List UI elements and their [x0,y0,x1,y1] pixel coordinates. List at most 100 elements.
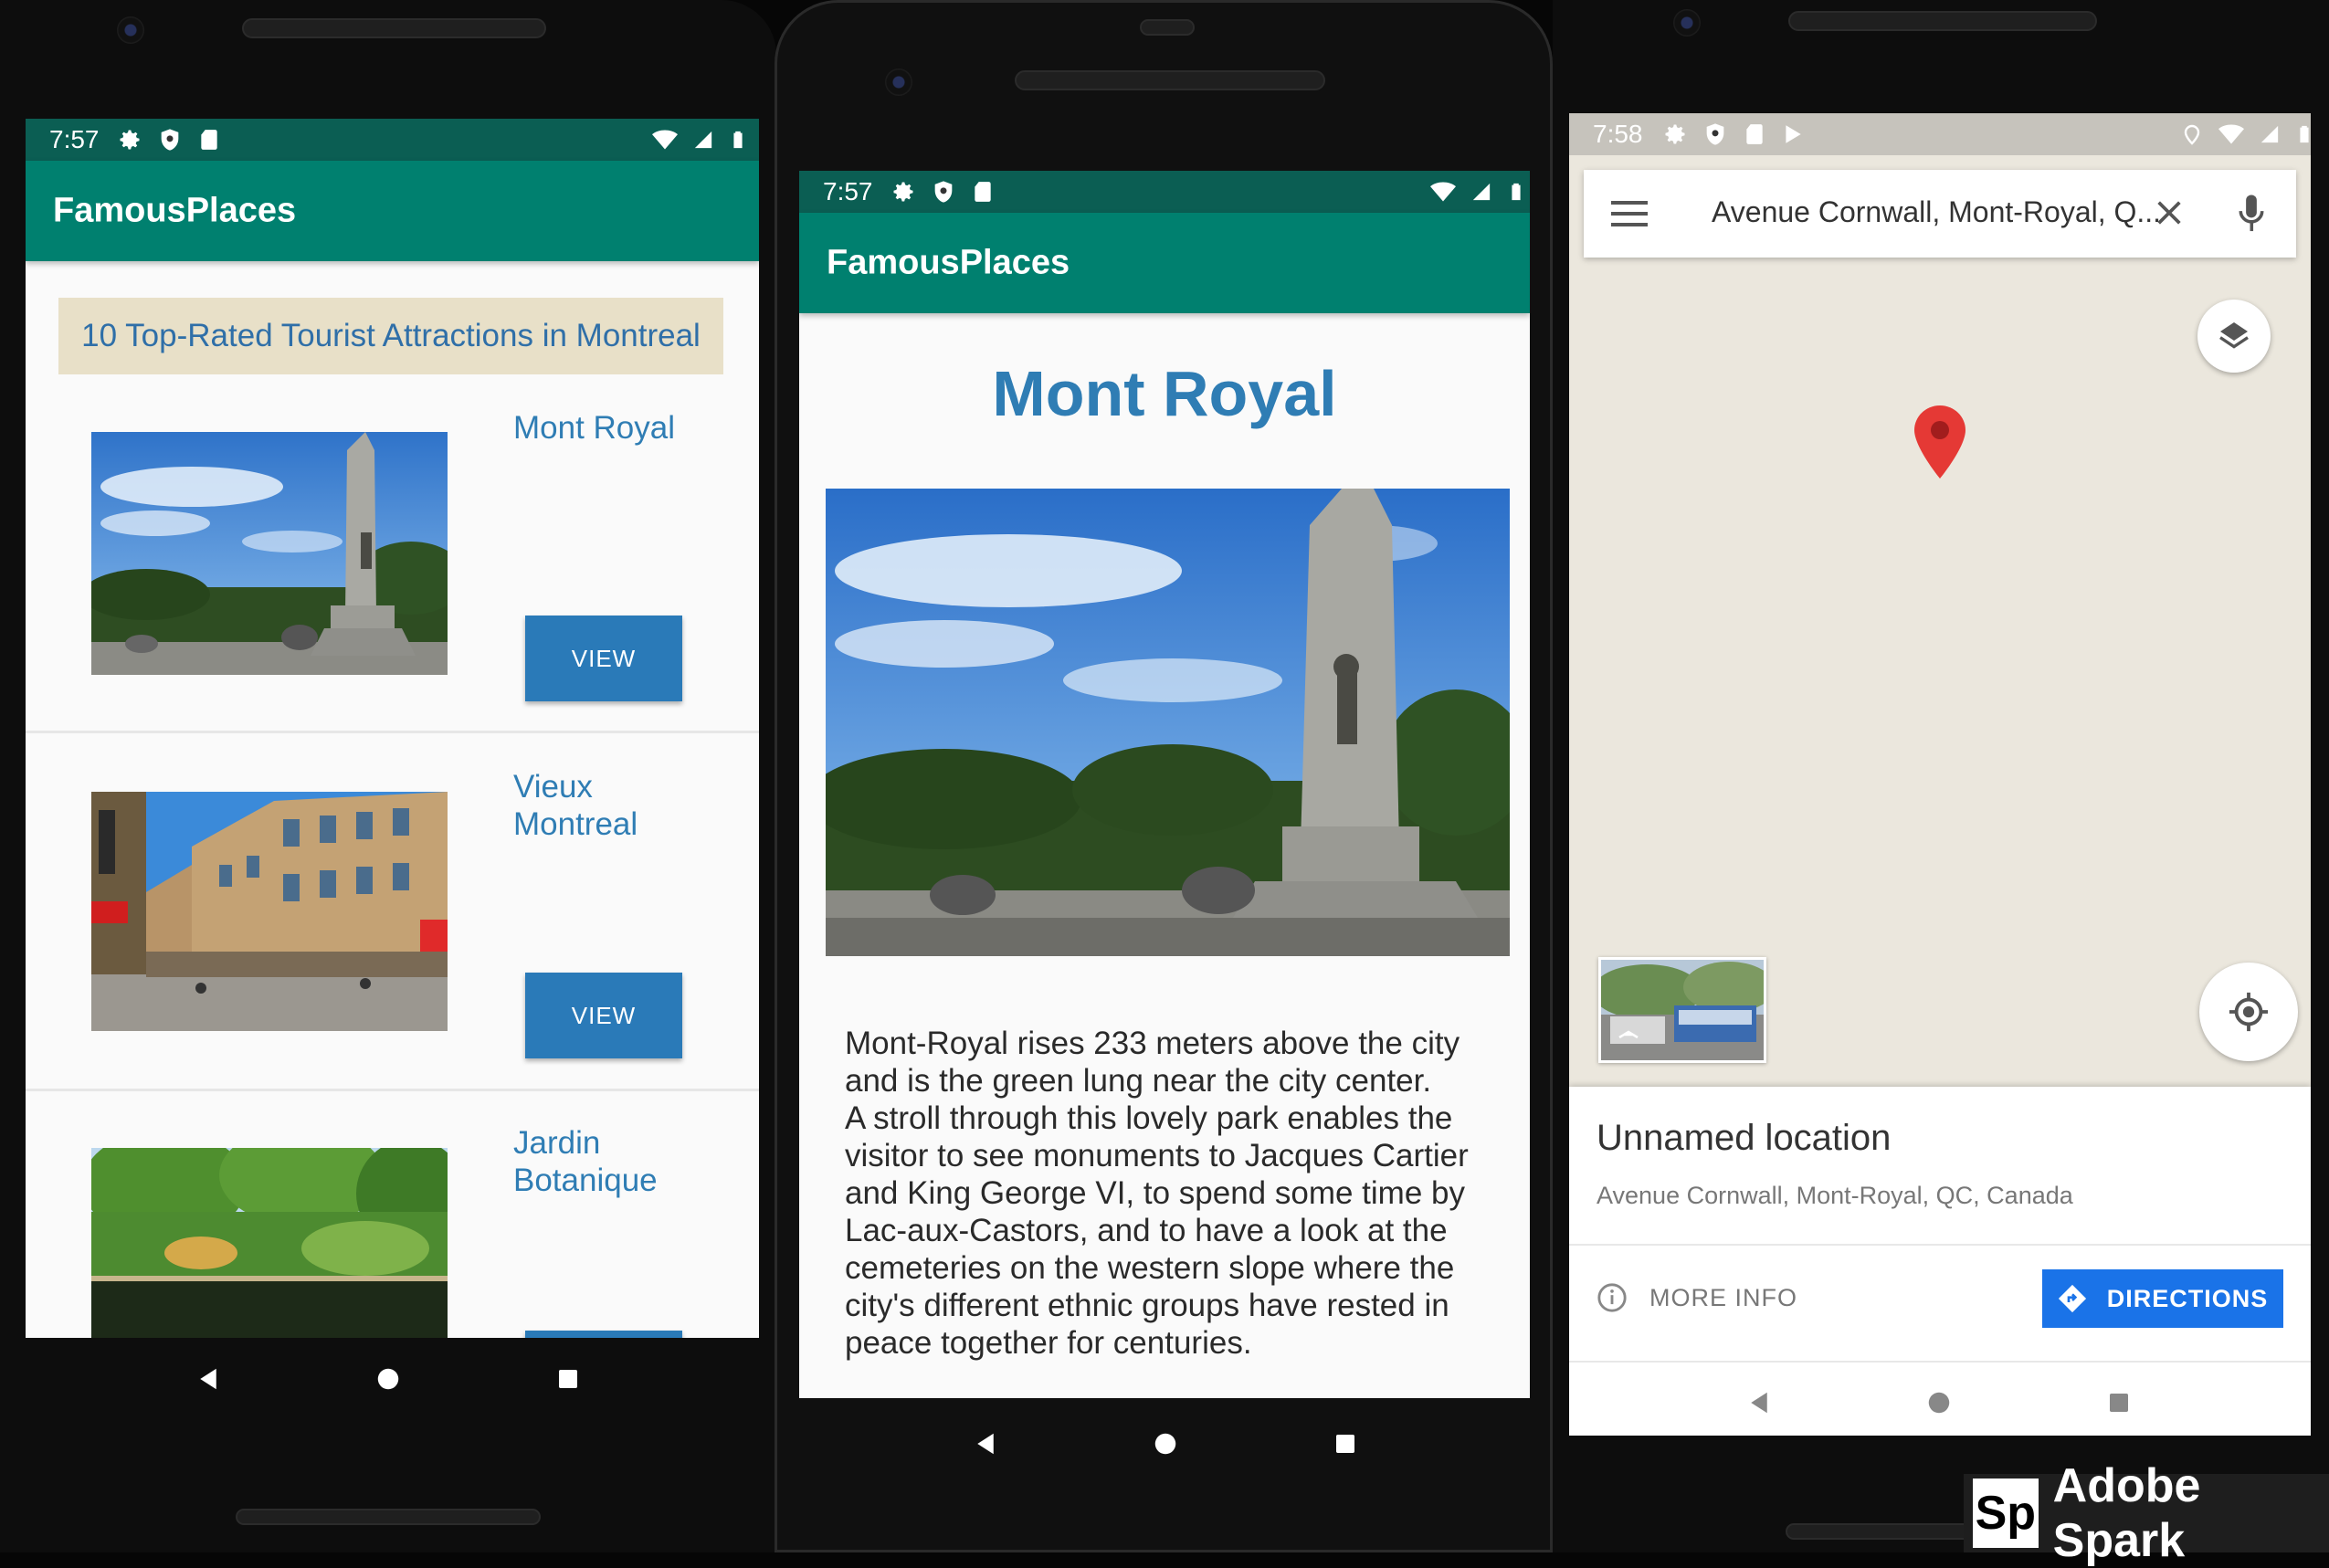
home-icon[interactable] [1925,1389,1953,1416]
gear-icon [1662,121,1688,147]
directions-label: DIRECTIONS [2106,1284,2269,1312]
search-input[interactable]: Avenue Cornwall, Mont-Royal, Q... [1712,195,2161,229]
place-image-jardin-botanique[interactable] [91,1148,448,1338]
signal-icon [1471,182,1491,202]
front-camera-icon [117,16,144,44]
gear-icon [117,127,142,153]
menu-icon[interactable] [1611,199,1648,228]
back-icon[interactable] [1745,1389,1773,1416]
view-button-vieux-montreal[interactable]: VIEW [525,973,682,1058]
more-info-button[interactable]: MORE INFO [1649,1284,1797,1312]
location-status-icon [2184,124,2200,145]
place-info-sheet[interactable]: Unnamed location Avenue Cornwall, Mont-R… [1569,1087,2311,1436]
location-pin-icon[interactable] [1914,405,1965,479]
nav-bar [119,1352,658,1406]
status-bar: 7:57 [26,119,759,161]
card-divider [26,731,759,733]
signal-icon [693,130,713,150]
battery-icon [2294,121,2311,147]
map-search-bar[interactable]: Avenue Cornwall, Mont-Royal, Q... [1584,170,2296,258]
app-bar: FamousPlaces [26,161,759,261]
proximity-sensor [1140,19,1195,36]
map-screen: 7:58 Avenue Cornwall, Mont-Royal, Q... U… [1569,113,2311,1436]
description-line: peace together for centuries. [845,1325,1252,1361]
recents-icon[interactable] [2105,1389,2133,1416]
wifi-icon [1429,179,1457,205]
description-line: cemeteries on the western slope where th… [845,1250,1455,1286]
front-camera-icon [1673,9,1701,37]
app-title: FamousPlaces [827,243,1070,282]
app-title: FamousPlaces [53,191,297,230]
status-time: 7:57 [823,177,873,205]
battery-icon [1506,179,1526,205]
phone-map: 7:58 Avenue Cornwall, Mont-Royal, Q... U… [1553,0,2329,1567]
layers-button[interactable] [2197,300,2271,373]
mont-royal-thumbnail [91,432,448,675]
front-camera-icon [885,68,912,96]
gear-icon [890,179,916,205]
sheet-divider [1569,1244,2311,1246]
signal-icon [2260,124,2280,144]
description-line: and is the green lung near the city cent… [845,1063,1432,1099]
place-title: Mont Royal [992,358,1337,429]
description-line: city's different ethnic groups have rest… [845,1288,1449,1323]
sd-card-icon [197,127,221,153]
description-line: visitor to see monuments to Jacques Cart… [845,1138,1469,1173]
vieux-montreal-thumbnail [91,792,448,1031]
sd-card-icon [1743,121,1766,147]
list-banner: 10 Top-Rated Tourist Attractions in Mont… [58,298,723,374]
nav-bar [896,1416,1435,1471]
wifi-icon [651,127,679,153]
place-title-vieux-montreal-text: Vieux Montreal [513,769,638,842]
recents-icon[interactable] [554,1365,582,1393]
adobe-spark-watermark: Sp Adobe Spark [1964,1459,2329,1567]
description-line: A stroll through this lovely park enable… [845,1100,1453,1136]
play-store-icon [1786,125,1801,143]
home-icon[interactable] [374,1365,402,1393]
directions-icon [2058,1284,2086,1313]
place-title-mont-royal[interactable]: Mont Royal [513,409,675,447]
recents-icon[interactable] [1332,1430,1359,1458]
directions-button[interactable]: DIRECTIONS [2042,1269,2283,1328]
my-location-button[interactable] [2199,963,2298,1061]
place-title-vieux-montreal[interactable]: Vieux Montreal [513,768,659,843]
status-time: 7:58 [1593,120,1643,148]
app-bar: FamousPlaces [799,213,1530,313]
mic-icon[interactable] [2238,194,2265,234]
status-bar: 7:57 [799,171,1530,213]
place-info-title: Unnamed location [1597,1118,1892,1158]
nav-divider [1569,1361,2311,1363]
shield-icon [157,127,183,153]
description-line: Mont-Royal rises 233 meters above the ci… [845,1026,1460,1061]
mont-royal-photo [826,489,1510,956]
detail-screen: 7:57 FamousPlaces Mont Royal Mont-Royal … [799,171,1530,1398]
card-divider [26,1089,759,1091]
close-icon[interactable] [2154,197,2185,228]
earpiece-speaker [1015,70,1325,90]
jardin-botanique-thumbnail [91,1148,448,1338]
battery-icon [728,127,748,153]
place-title-jardin-botanique-text: Jardin Botanique [513,1125,658,1198]
layers-icon [2219,322,2249,349]
back-icon[interactable] [195,1365,222,1393]
place-title-jardin-botanique[interactable]: Jardin Botanique [513,1124,669,1199]
place-image-vieux-montreal[interactable] [91,792,448,1031]
place-image-mont-royal[interactable] [91,432,448,675]
view-button-mont-royal[interactable]: VIEW [525,616,682,701]
info-icon [1597,1283,1627,1312]
view-button-jardin-botanique[interactable] [525,1331,682,1338]
street-view-thumbnail[interactable] [1598,957,1766,1063]
phone-detail: 7:57 FamousPlaces Mont Royal Mont-Royal … [775,0,1553,1552]
nav-bar [1670,1370,2208,1436]
earpiece-speaker [242,18,546,38]
home-icon[interactable] [1152,1430,1179,1458]
place-description: Mont-Royal rises 233 meters above the ci… [845,1025,1502,1362]
earpiece-speaker [1788,11,2097,31]
bottom-speaker [236,1509,541,1525]
description-line: and King George VI, to spend some time b… [845,1175,1465,1211]
status-time: 7:57 [49,125,100,153]
place-photo [826,489,1510,956]
place-info-address: Avenue Cornwall, Mont-Royal, QC, Canada [1597,1182,2073,1209]
sd-card-icon [971,179,995,205]
back-icon[interactable] [972,1430,999,1458]
